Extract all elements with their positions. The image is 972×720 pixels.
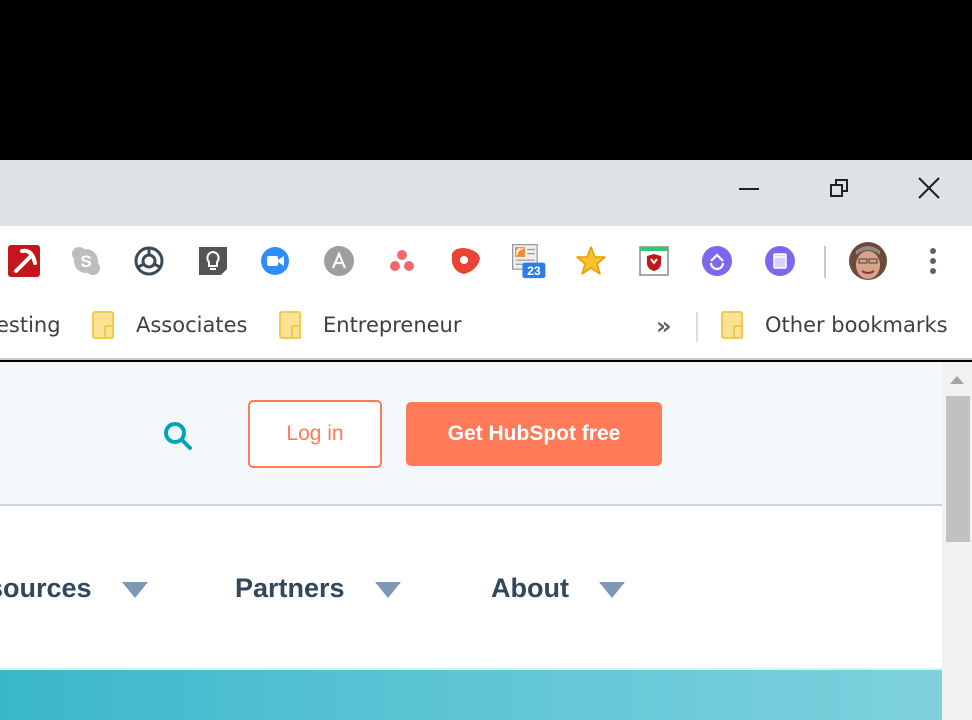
caret-down-icon — [121, 582, 148, 598]
toolbar-separator — [824, 246, 826, 278]
nav-item-label: About — [491, 572, 569, 603]
get-hubspot-free-button[interactable]: Get HubSpot free — [406, 402, 662, 466]
hero-banner — [0, 668, 942, 720]
bookmark-folder-associates[interactable]: Associates — [92, 310, 247, 340]
close-button[interactable] — [884, 160, 972, 216]
utility-nav-bar: Log in Get HubSpot free — [0, 362, 942, 506]
purple-chevron-icon — [702, 246, 732, 276]
idea-extension[interactable] — [195, 243, 231, 279]
close-icon — [918, 177, 940, 199]
svg-text:S: S — [80, 252, 91, 271]
extensions-toolbar: S 23 — [0, 226, 972, 298]
nav-item-partners[interactable]: Partners — [235, 568, 401, 608]
mcafee-extension[interactable] — [636, 243, 672, 279]
browser-titlebar — [0, 160, 972, 226]
lightbulb-icon — [199, 247, 227, 275]
bookmark-label: esting — [0, 313, 61, 337]
bookmark-star-extension[interactable] — [573, 243, 609, 279]
bookmark-label: Entrepreneur — [323, 313, 462, 337]
scrollbar-thumb[interactable] — [946, 396, 970, 542]
openai-extension[interactable] — [131, 243, 167, 279]
other-bookmarks-folder[interactable]: Other bookmarks — [721, 310, 948, 340]
folder-icon — [721, 311, 743, 339]
minimize-button[interactable] — [704, 160, 794, 216]
bookmarks-bar: esting Associates Entrepreneur Other boo… — [0, 298, 972, 360]
rss-extension[interactable]: 23 — [511, 243, 547, 279]
scroll-up-arrow-icon[interactable] — [950, 376, 964, 384]
purple-window-icon — [765, 246, 795, 276]
asana-extension[interactable] — [384, 243, 420, 279]
grey-a-extension[interactable] — [321, 243, 357, 279]
star-icon — [576, 246, 606, 275]
bookmarks-overflow-button[interactable]: » — [656, 312, 672, 340]
nav-item-resources[interactable]: sources — [0, 568, 148, 608]
search-button[interactable] — [160, 418, 196, 454]
browser-menu-button[interactable] — [915, 243, 951, 279]
main-nav: sources Partners About — [0, 508, 942, 668]
kebab-menu-icon — [930, 248, 936, 274]
skype-extension[interactable]: S — [68, 243, 104, 279]
rss-badge-count: 23 — [527, 264, 541, 278]
pickaxe-icon — [8, 245, 40, 277]
restore-icon — [830, 179, 848, 197]
search-icon — [164, 422, 192, 450]
folder-icon — [279, 311, 301, 339]
video-camera-icon — [261, 247, 289, 275]
mcafee-shield-icon — [639, 246, 669, 276]
bookmark-folder-testing[interactable]: esting — [0, 310, 61, 340]
rss-feed-icon: 23 — [512, 244, 546, 279]
nav-item-about[interactable]: About — [491, 568, 625, 608]
pickaxe-extension[interactable] — [6, 243, 42, 279]
asana-dots-icon — [390, 250, 414, 271]
letter-a-icon — [324, 246, 354, 276]
bookmark-folder-entrepreneur[interactable]: Entrepreneur — [279, 310, 462, 340]
red-record-icon — [452, 248, 480, 274]
openai-knot-icon — [134, 246, 164, 276]
login-button[interactable]: Log in — [248, 400, 382, 468]
red-shape-extension[interactable] — [447, 243, 483, 279]
skype-icon: S — [72, 247, 100, 275]
zoom-extension[interactable] — [257, 243, 293, 279]
nav-item-label: sources — [0, 572, 92, 603]
folder-icon — [92, 311, 114, 339]
purple-arc-extension[interactable] — [699, 243, 735, 279]
web-page: Log in Get HubSpot free sources Partners… — [0, 362, 942, 720]
page-scrollbar[interactable] — [942, 362, 972, 720]
avatar-photo-icon — [849, 242, 887, 280]
nav-item-label: Partners — [235, 572, 345, 603]
black-desktop-area — [0, 0, 972, 160]
profile-avatar[interactable] — [848, 241, 888, 281]
bookmarks-separator — [696, 312, 698, 342]
caret-down-icon — [374, 582, 401, 598]
purple-window-extension[interactable] — [762, 243, 798, 279]
restore-button[interactable] — [794, 160, 884, 216]
bookmark-label: Associates — [136, 313, 248, 337]
minimize-icon — [739, 188, 759, 190]
caret-down-icon — [598, 582, 625, 598]
bookmark-label: Other bookmarks — [765, 313, 948, 337]
